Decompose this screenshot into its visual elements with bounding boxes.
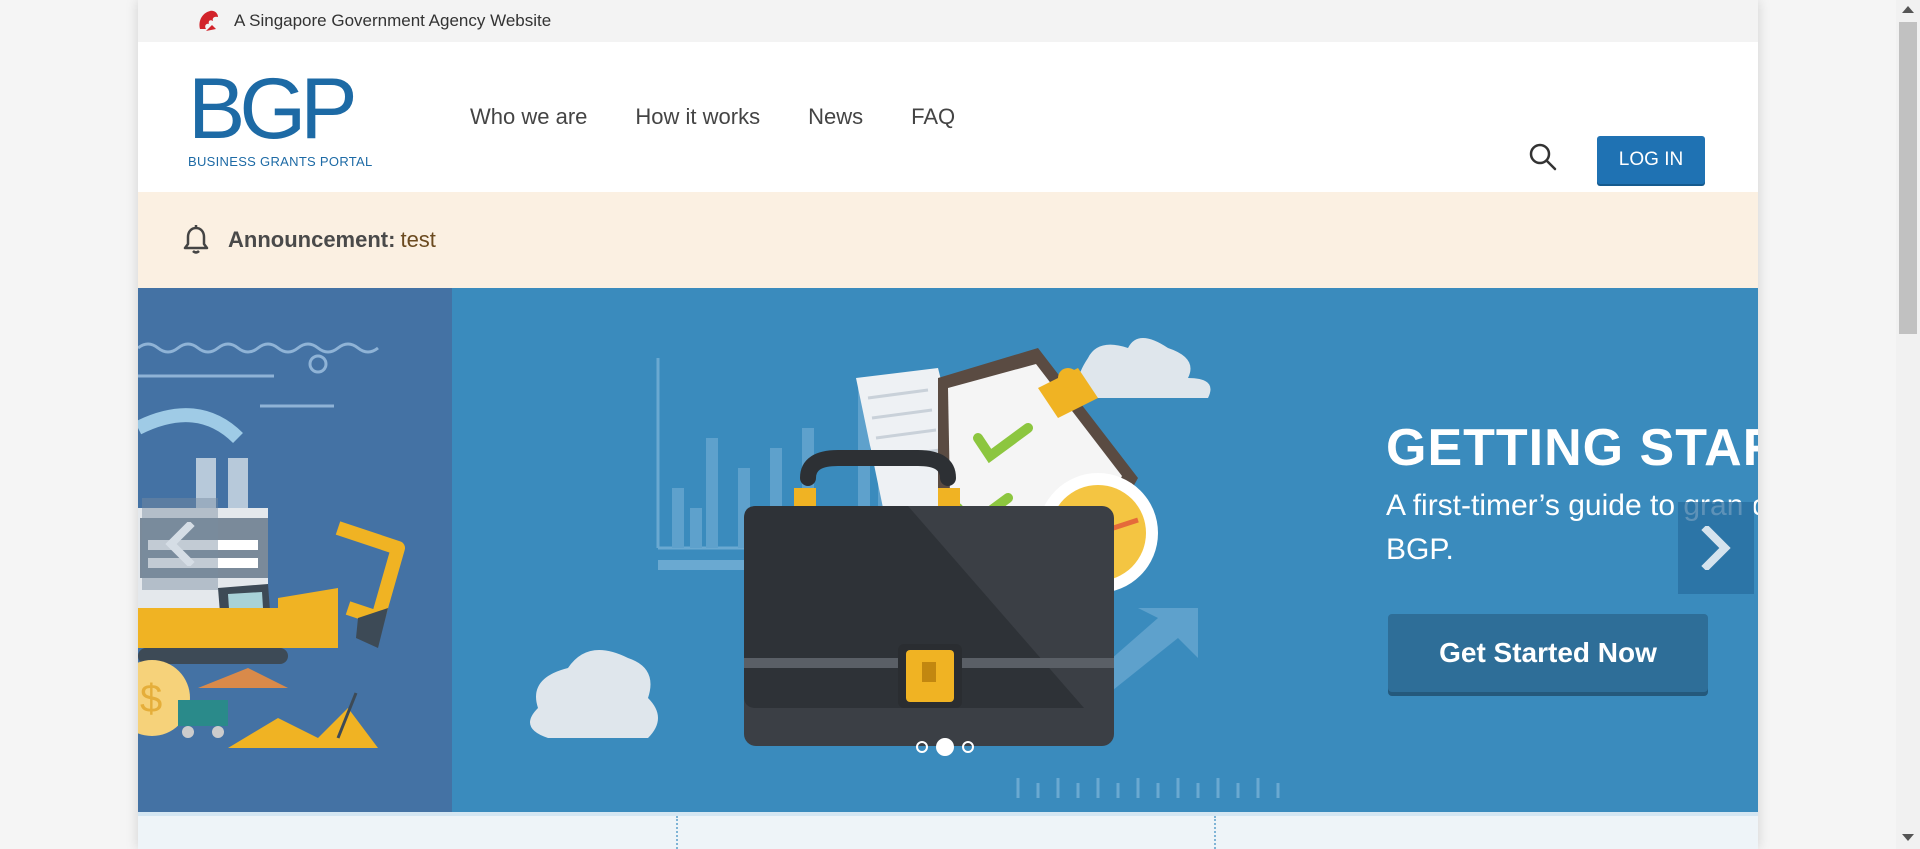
carousel-next-button[interactable]: [1678, 502, 1754, 594]
bell-icon: [183, 225, 209, 254]
nav-news[interactable]: News: [808, 104, 863, 130]
chevron-left-icon: [165, 522, 195, 566]
briefcase-illustration: [530, 338, 1280, 798]
bgp-logo[interactable]: BGP BUSINESS GRANTS PORTAL: [188, 61, 378, 169]
hero-carousel: $ GETTING STA A first-timer’s guide to g…: [138, 288, 1758, 812]
carousel-dot-3[interactable]: [962, 741, 974, 753]
login-button[interactable]: LOG IN: [1597, 136, 1705, 184]
masthead-text: A Singapore Government Agency Website: [234, 11, 552, 30]
vertical-scrollbar[interactable]: [1896, 0, 1920, 849]
search-icon[interactable]: [1528, 142, 1558, 172]
content-section-top: [138, 812, 1758, 849]
government-masthead: A Singapore Government Agency Website: [138, 0, 1758, 42]
scroll-down-icon[interactable]: [1902, 834, 1914, 841]
carousel-indicators: [916, 738, 974, 756]
nav-how-it-works[interactable]: How it works: [635, 104, 760, 130]
chevron-right-icon: [1701, 526, 1731, 570]
scroll-up-icon[interactable]: [1902, 6, 1914, 13]
svg-text:$: $: [140, 677, 162, 721]
nav-faq[interactable]: FAQ: [911, 104, 955, 130]
divider: [676, 816, 678, 849]
announcement-text[interactable]: test: [400, 227, 435, 253]
nav-who-we-are[interactable]: Who we are: [470, 104, 587, 130]
site-header: BGP BUSINESS GRANTS PORTAL Who we are Ho…: [138, 42, 1758, 192]
logo-mark: BGP: [188, 61, 358, 157]
announcement-bar: Announcement: test: [138, 192, 1758, 288]
get-started-button[interactable]: Get Started Now: [1388, 614, 1708, 692]
hero-title: GETTING START: [1386, 419, 1758, 477]
announcement-label: Announcement:: [228, 227, 396, 252]
logo-subtitle: BUSINESS GRANTS PORTAL: [188, 154, 373, 169]
scroll-thumb[interactable]: [1899, 22, 1917, 334]
main-nav: Who we are How it works News FAQ: [470, 42, 955, 192]
lion-head-icon: [199, 10, 218, 31]
carousel-dot-1[interactable]: [916, 741, 928, 753]
divider: [1214, 816, 1216, 849]
carousel-prev-button[interactable]: [142, 498, 218, 590]
carousel-dot-2[interactable]: [936, 738, 954, 756]
page: A Singapore Government Agency Website BG…: [138, 0, 1758, 849]
